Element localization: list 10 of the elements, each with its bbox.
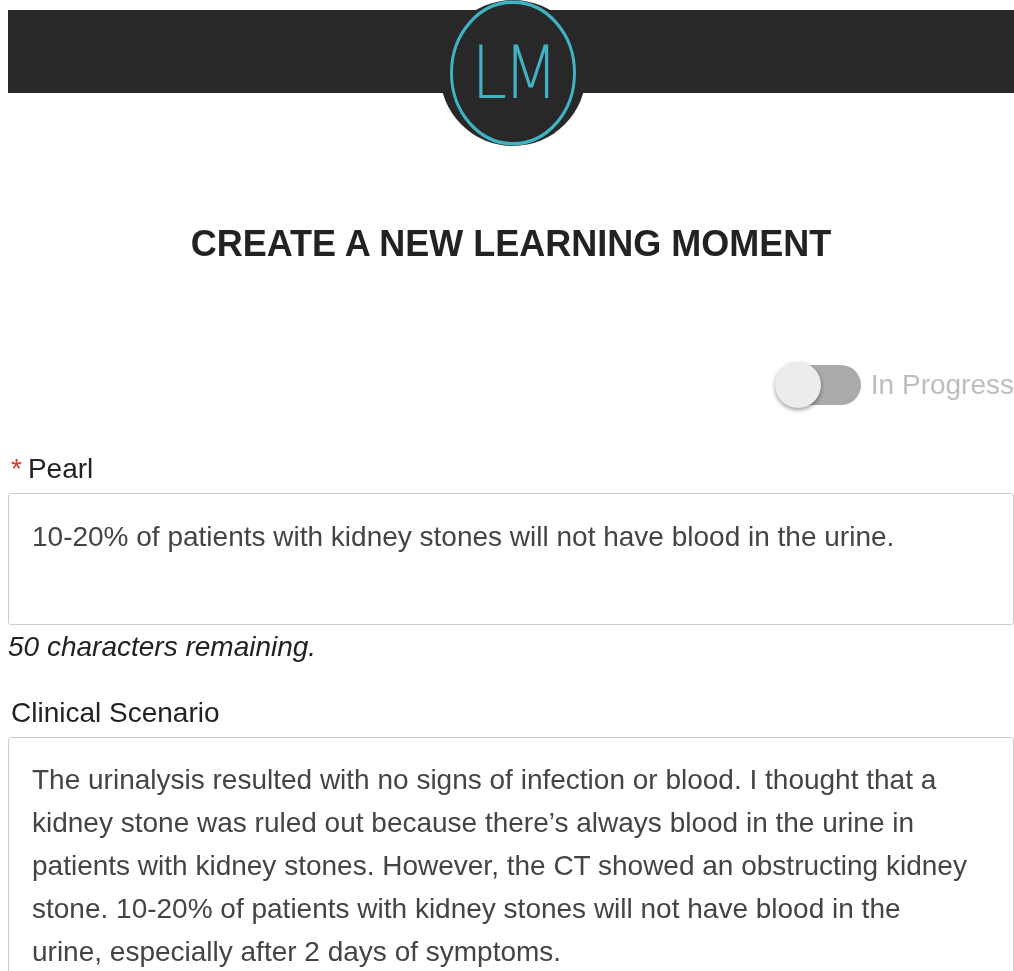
field-label: Clinical Scenario — [11, 697, 220, 729]
toggle-label: In Progress — [870, 369, 1014, 401]
logo: LM — [440, 0, 586, 146]
helper-text: 50 characters remaining. — [8, 631, 318, 663]
field-label: Pearl — [27, 453, 94, 485]
page-title: CREATE A NEW LEARNING MOMENT — [189, 223, 833, 265]
status-toggle[interactable] — [774, 365, 861, 405]
required-mark: * — [11, 453, 22, 485]
text-area[interactable]: 10-20% of patients with kidney stones will not have blood in the urine. — [8, 493, 1014, 625]
text-area[interactable]: The urinalysis resulted with no signs of infection or blood. I thought that a kidney stone was ruled out because there’s always blood in the urine in patients with kidney stones. However, the CT showed an obstructing kidney stone. 10-20% of patients with kidney stones will not have blood in the urine, especially after 2 days of symptoms. — [8, 737, 1014, 971]
